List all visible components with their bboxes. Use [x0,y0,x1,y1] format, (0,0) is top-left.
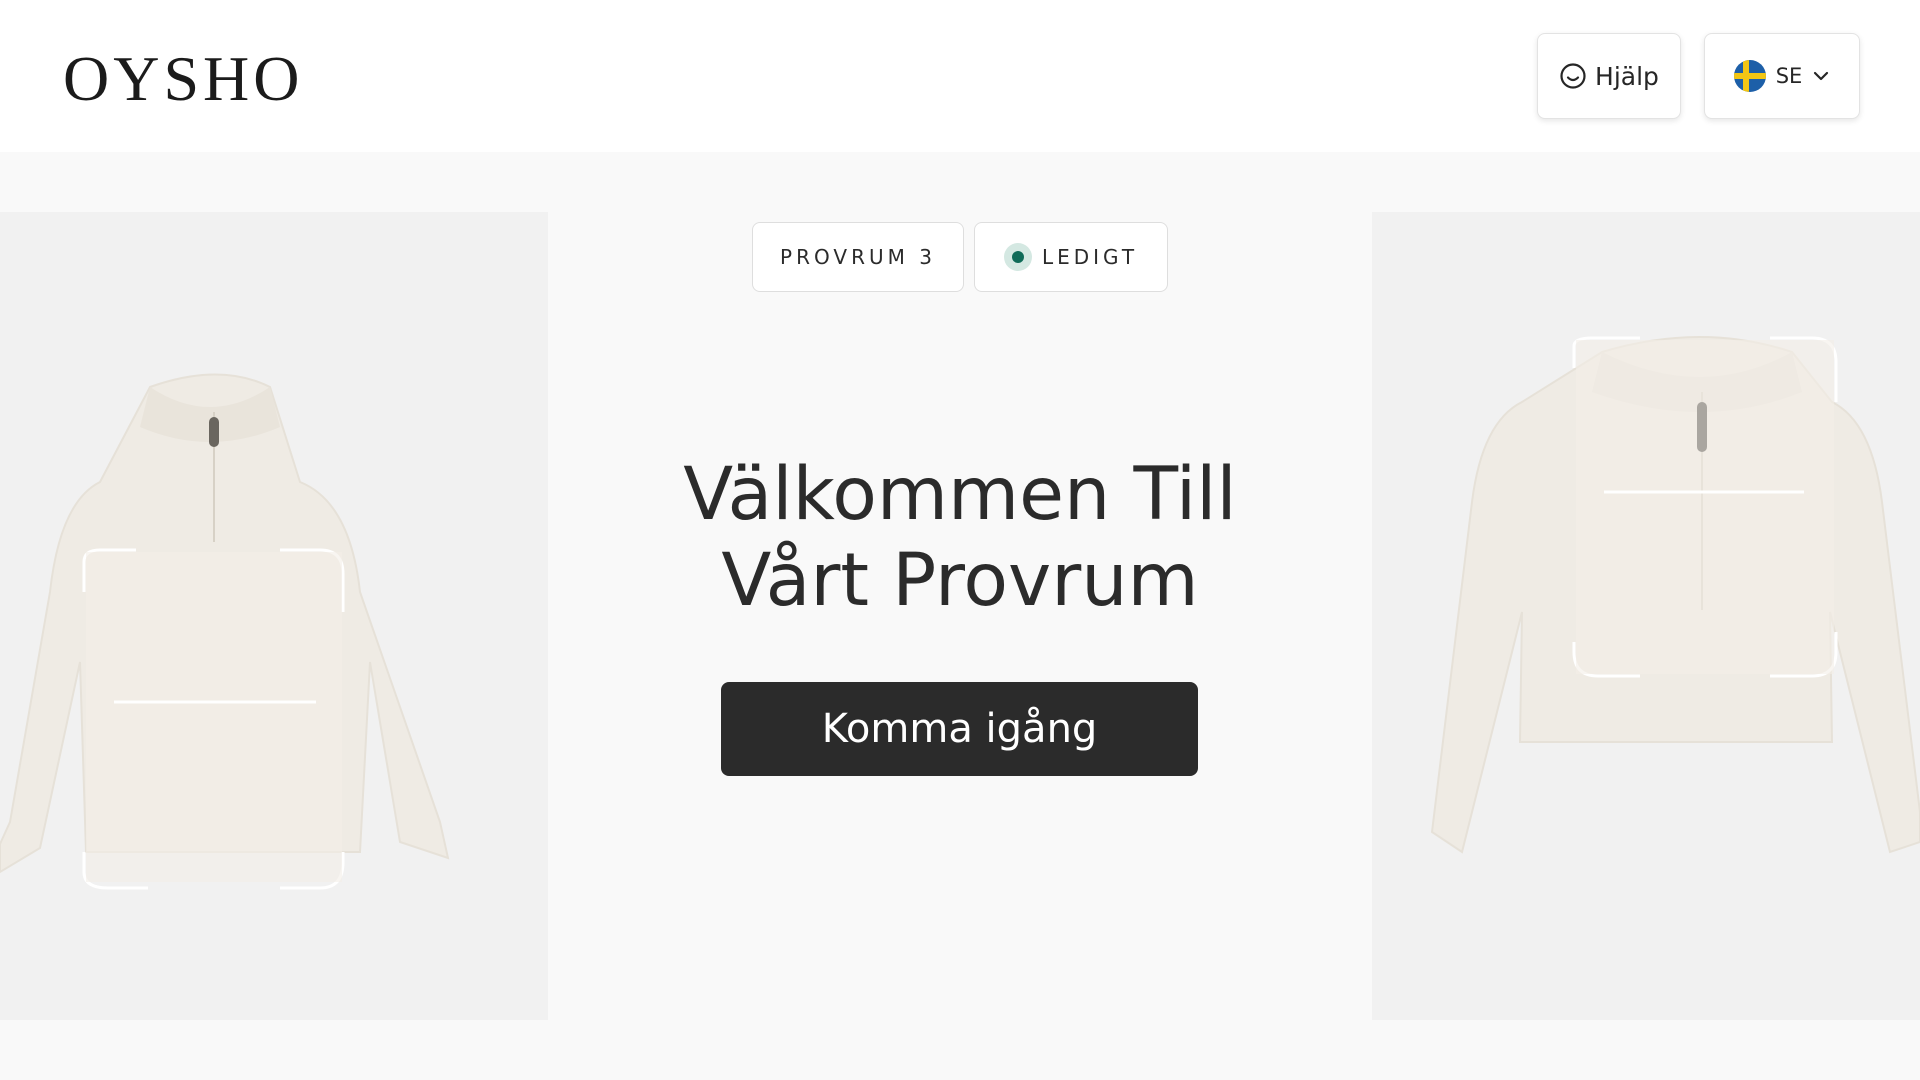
chevron-down-icon [1814,71,1829,81]
sweater-illustration-left [0,373,450,890]
smiley-icon [1560,63,1586,89]
oysho-logo[interactable]: OYSHO [63,44,303,114]
availability-label: LEDIGT [1041,245,1139,269]
fitting-room-label: PROVRUM 3 [780,245,936,269]
get-started-button[interactable]: Komma igång [721,682,1198,776]
help-button[interactable]: Hjälp [1537,33,1681,119]
sweater-illustration-right [1430,336,1920,854]
availability-badge: LEDIGT [974,222,1168,292]
welcome-title-line-1: Välkommen Till [683,452,1237,537]
product-image-left [0,212,548,1020]
language-code: SE [1775,64,1803,88]
top-header: OYSHO Hjälp SE [0,0,1920,152]
status-dot-icon [1003,243,1032,271]
sweden-flag-icon [1733,60,1766,92]
fitting-room-chip: PROVRUM 3 [752,222,964,292]
language-selector[interactable]: SE [1704,33,1860,119]
welcome-title: Välkommen Till Vårt Provrum [560,452,1360,624]
help-button-label: Hjälp [1595,61,1659,91]
welcome-title-line-2: Vårt Provrum [721,538,1199,623]
product-image-right [1372,212,1920,1020]
